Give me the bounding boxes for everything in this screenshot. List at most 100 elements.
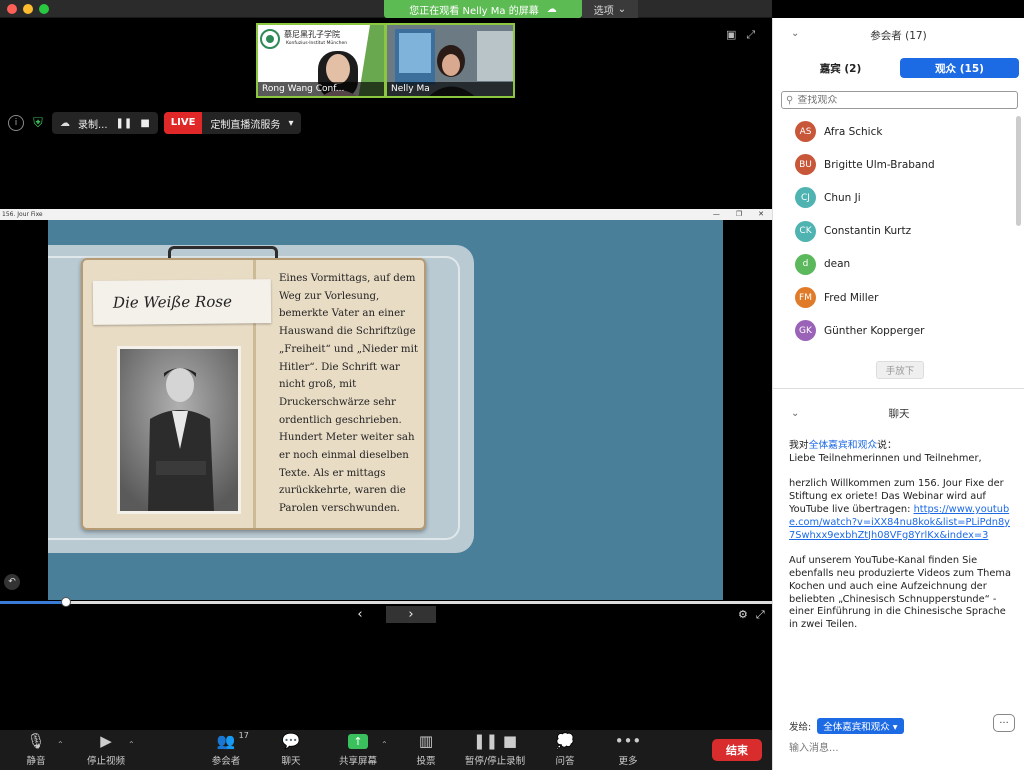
attendee-name: Fred Miller xyxy=(824,291,879,304)
recording-label: 录制... xyxy=(78,119,108,131)
participants-title: 参会者 (17) xyxy=(870,29,927,42)
attendee-list: AS Afra Schick BU Brigitte Ulm-Braband CJ Chu… xyxy=(773,115,1017,347)
attendee-name: Afra Schick xyxy=(824,125,883,138)
search-input[interactable] xyxy=(797,94,998,106)
minimize-icon: — xyxy=(712,210,720,218)
poll-label: 投票 xyxy=(416,756,436,767)
attendee-search[interactable]: ⚲ xyxy=(781,91,1018,109)
pause-stop-recording-button[interactable]: ❚❚ ■ 暂停/停止录制 xyxy=(462,730,528,770)
participants-button[interactable]: 👥 17 参会者 xyxy=(208,730,249,770)
stream-service-label: 定制直播流服务 xyxy=(210,119,281,131)
attendee-row[interactable]: AS Afra Schick xyxy=(773,115,1017,148)
lower-hand-button[interactable]: 手放下 xyxy=(876,361,924,379)
close-window-button[interactable] xyxy=(7,4,17,14)
video-tile-nelly-ma[interactable]: Nelly Ma xyxy=(385,23,515,98)
end-meeting-button[interactable]: 结束 xyxy=(712,739,762,761)
participants-icon: 👥 17 xyxy=(216,731,249,750)
meeting-info-icon[interactable]: i xyxy=(8,115,24,131)
slide-title-paper: Die Weiße Rose xyxy=(92,279,272,325)
attendee-row[interactable]: d dean xyxy=(773,248,1017,281)
chat-from-prefix: 我对 xyxy=(789,440,809,451)
attendee-name: Constantin Kurtz xyxy=(824,225,912,238)
attendee-name: Günther Kopperger xyxy=(824,324,925,337)
avatar: AS xyxy=(795,121,816,143)
attendee-row[interactable]: BU Brigitte Ulm-Braband xyxy=(773,148,1017,181)
meeting-toolbar: 🎙 静音 ⌃ ▶ 停止视频 ⌃ 👥 17 参会者 💬 聊天 ↑ 共享屏幕 ⌃ ▥ … xyxy=(0,730,772,770)
pause-recording-icon[interactable]: ❚❚ xyxy=(116,118,133,129)
attendee-list-scrollbar[interactable] xyxy=(1016,116,1021,226)
stop-recording-icon[interactable]: ■ xyxy=(140,118,149,129)
tab-attendees[interactable]: 观众 (15) xyxy=(900,58,1019,78)
next-slide-button[interactable]: › xyxy=(386,606,436,623)
chat-button[interactable]: 💬 聊天 xyxy=(278,730,304,770)
fullscreen-icon[interactable]: ⤢ xyxy=(746,28,755,42)
attendee-row[interactable]: CK Constantin Kurtz xyxy=(773,215,1017,248)
share-screen-label: 共享屏幕 xyxy=(338,756,377,767)
video-tile-rong-wang[interactable]: 慕尼黑孔子学院 Konfuzius-Institut München Rong … xyxy=(256,23,386,98)
chat-from-suffix: 说： xyxy=(877,440,897,451)
layout-toggle-icon[interactable]: ▣ xyxy=(726,28,736,42)
view-options-button[interactable]: 选项 ⌄ xyxy=(582,0,638,18)
chat-message: 我对全体嘉宾和观众说： Liebe Teilnehmerinnen und Te… xyxy=(789,440,1015,632)
collapse-chevron-icon[interactable]: ⌄ xyxy=(791,28,799,39)
progress-fill xyxy=(0,601,66,604)
fullscreen-window-button[interactable] xyxy=(39,4,49,14)
poll-icon: ▥ xyxy=(418,732,434,750)
video-options-chevron-icon[interactable]: ⌃ xyxy=(128,740,135,749)
tab-panelists[interactable]: 嘉宾 (2) xyxy=(781,58,900,78)
annotation-back-icon[interactable]: ↶ xyxy=(4,574,20,590)
audio-options-chevron-icon[interactable]: ⌃ xyxy=(57,740,64,749)
chat-more-options-icon[interactable]: ··· xyxy=(993,714,1015,732)
logo-chinese-text: 慕尼黑孔子学院 xyxy=(284,30,340,39)
shared-screen: 156. Jour Fixe — ❐ ✕ Die Weiße Rose Eine… xyxy=(0,209,772,624)
chat-line-welcome: herzlich Willkommen zum 156. Jour Fixe d… xyxy=(789,478,1015,542)
chat-recipient[interactable]: 全体嘉宾和观众 xyxy=(809,440,878,451)
slide-title: Die Weiße Rose xyxy=(112,292,232,312)
avatar: BU xyxy=(795,154,816,176)
chat-line-greeting: Liebe Teilnehmerinnen und Teilnehmer, xyxy=(789,452,982,464)
progress-knob[interactable] xyxy=(60,597,71,607)
settings-icon[interactable]: ⚙ xyxy=(738,608,748,622)
chat-label: 聊天 xyxy=(281,756,301,767)
chat-title: 聊天 xyxy=(888,407,910,420)
collapse-chat-chevron-icon[interactable]: ⌄ xyxy=(791,408,799,419)
poll-button[interactable]: ▥ 投票 xyxy=(414,730,438,770)
pause-record-label: 暂停/停止录制 xyxy=(464,756,526,767)
share-screen-button[interactable]: ↑ 共享屏幕 xyxy=(337,730,379,770)
recording-indicator[interactable]: ☁ 录制... ❚❚ ■ xyxy=(52,112,158,134)
close-icon: ✕ xyxy=(758,210,764,218)
qa-button[interactable]: 💭 问答 xyxy=(553,730,577,770)
chat-message-input[interactable] xyxy=(789,740,1015,756)
send-to-select[interactable]: 全体嘉宾和观众 ▾ xyxy=(817,718,904,734)
more-label: 更多 xyxy=(618,756,638,767)
chevron-down-icon: ▾ xyxy=(288,117,294,129)
attendee-row[interactable]: GK Günther Kopperger xyxy=(773,314,1017,347)
attendee-row[interactable]: CJ Chun Ji xyxy=(773,181,1017,214)
slide-progress-bar[interactable] xyxy=(0,597,772,607)
share-options-chevron-icon[interactable]: ⌃ xyxy=(381,740,388,749)
meeting-status-bar: i ⛨ ☁ 录制... ❚❚ ■ LIVE 定制直播流服务 ▾ xyxy=(8,112,302,134)
live-stream-indicator[interactable]: LIVE 定制直播流服务 ▾ xyxy=(163,112,302,134)
restore-icon: ❐ xyxy=(735,210,743,218)
camera-icon: ▶ xyxy=(100,732,112,750)
minimize-window-button[interactable] xyxy=(23,4,33,14)
participants-header: ⌄ 参会者 (17) xyxy=(773,18,1024,52)
share-banner-text: 您正在观看 Nelly Ma 的屏幕 xyxy=(409,5,539,17)
mute-button[interactable]: 🎙 静音 xyxy=(22,730,50,770)
expand-icon[interactable]: ⤢ xyxy=(756,608,765,622)
shared-window-titlebar: 156. Jour Fixe — ❐ ✕ xyxy=(0,209,772,220)
avatar: CK xyxy=(795,220,816,242)
attendee-name: dean xyxy=(824,258,851,271)
tile-name-label: Rong Wang Conf... xyxy=(258,82,384,96)
attendee-row[interactable]: FM Fred Miller xyxy=(773,281,1017,314)
shared-window-controls: — ❐ ✕ xyxy=(713,209,764,220)
slide-view-tools: ⚙ ⤢ xyxy=(738,608,765,622)
encryption-shield-icon[interactable]: ⛨ xyxy=(30,115,46,131)
chat-header: ⌄ 聊天 xyxy=(773,402,1024,424)
open-book: Die Weiße Rose Eines Vormittags, auf dem… xyxy=(81,258,426,530)
share-screen-icon: ↑ xyxy=(348,731,368,751)
live-badge: LIVE xyxy=(163,112,203,134)
more-button[interactable]: ••• 更多 xyxy=(615,730,642,770)
previous-slide-button[interactable]: ‹ xyxy=(352,607,368,622)
stop-video-button[interactable]: ▶ 停止视频 xyxy=(84,730,128,770)
